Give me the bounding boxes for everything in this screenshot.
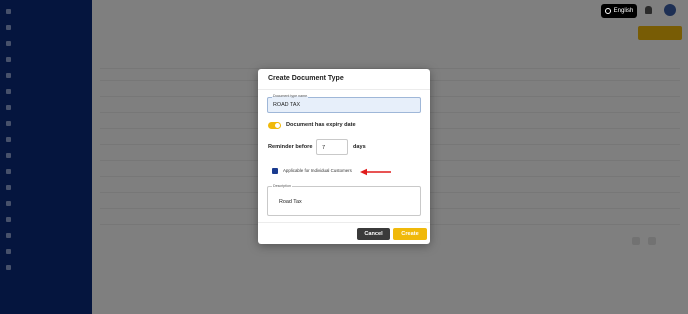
description-value[interactable]: Road Tax: [279, 199, 302, 205]
check-icon: [272, 176, 278, 180]
document-type-name-value[interactable]: ROAD TAX: [273, 102, 300, 108]
reminder-unit-label: days: [353, 144, 366, 150]
document-type-name-field[interactable]: Document type name ROAD TAX: [267, 94, 421, 113]
create-document-type-dialog: Create Document Type Document type name …: [258, 69, 430, 244]
create-button[interactable]: Create: [393, 228, 427, 240]
red-arrow-icon: [360, 168, 391, 176]
language-label: English: [613, 8, 634, 14]
reminder-label: Reminder before: [268, 144, 313, 150]
language-button[interactable]: English: [601, 4, 637, 18]
dialog-header-divider: [258, 89, 430, 90]
individual-customers-label: Applicable for Individual Customers: [283, 168, 352, 173]
dialog-title: Create Document Type: [268, 75, 344, 82]
globe-ring-icon: [604, 8, 611, 14]
individual-customers-checkbox[interactable]: [272, 168, 278, 180]
reminder-days-input[interactable]: 7: [316, 139, 348, 155]
expiry-date-toggle[interactable]: [268, 122, 281, 129]
description-legend: Description: [272, 184, 292, 188]
description-field[interactable]: Description Road Tax: [267, 184, 421, 216]
cancel-button[interactable]: Cancel: [357, 228, 390, 240]
dialog-footer-divider: [258, 222, 430, 223]
expiry-date-toggle-label: Document has expiry date: [286, 122, 356, 128]
document-type-name-legend: Document type name: [272, 94, 309, 98]
toggle-knob: [275, 123, 280, 128]
